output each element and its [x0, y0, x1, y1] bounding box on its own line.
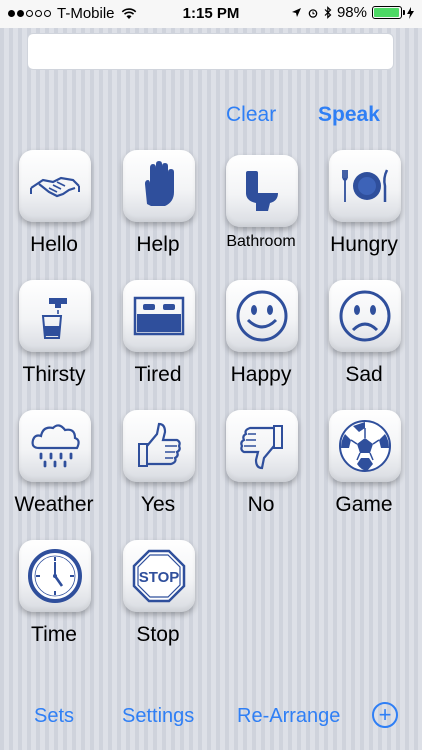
battery-icon — [372, 6, 405, 19]
tile-label: Game — [335, 493, 393, 516]
status-bar: T-Mobile 1:15 PM 98% — [0, 0, 422, 28]
tile-label: Help — [136, 233, 180, 256]
sets-button[interactable]: Sets — [34, 705, 74, 728]
status-right-group: 98% — [291, 4, 414, 21]
raised-hand-icon — [145, 161, 174, 206]
thirsty-button[interactable] — [19, 280, 91, 352]
thumbs-up-icon — [138, 422, 181, 467]
faucet-glass-icon — [41, 298, 67, 339]
thumbs-down-icon — [240, 425, 283, 470]
smiley-icon — [236, 290, 288, 342]
message-field[interactable] — [27, 33, 394, 70]
tile-hello[interactable]: Hello — [4, 150, 104, 270]
tile-time[interactable]: Time — [4, 540, 104, 660]
tile-label: Hello — [30, 233, 78, 256]
tile-stop[interactable]: STOP Stop — [108, 540, 208, 660]
tile-label: Time — [31, 623, 77, 646]
tile-label: Stop — [136, 623, 180, 646]
tile-thirsty[interactable]: Thirsty — [4, 280, 104, 400]
tile-help[interactable]: Help — [108, 150, 208, 270]
stop-button[interactable]: STOP — [123, 540, 195, 612]
hello-button[interactable] — [19, 150, 91, 222]
location-arrow-icon — [291, 8, 301, 17]
game-button[interactable] — [329, 410, 401, 482]
tile-sad[interactable]: Sad — [314, 280, 414, 400]
tile-label: Bathroom — [226, 233, 296, 250]
handshake-icon — [30, 176, 80, 198]
bluetooth-icon — [324, 6, 332, 19]
no-button[interactable] — [226, 410, 298, 482]
tired-button[interactable] — [123, 280, 195, 352]
tile-happy[interactable]: Happy — [211, 280, 311, 400]
toilet-icon — [246, 171, 278, 211]
tile-weather[interactable]: Weather — [4, 410, 104, 530]
sad-button[interactable] — [329, 280, 401, 352]
weather-button[interactable] — [19, 410, 91, 482]
time-button[interactable] — [19, 540, 91, 612]
clear-button[interactable]: Clear — [226, 103, 276, 127]
tile-game[interactable]: Game — [314, 410, 414, 530]
hungry-button[interactable] — [329, 150, 401, 222]
bottom-toolbar: Sets Settings Re-Arrange — [0, 700, 422, 732]
tile-label: Happy — [230, 363, 292, 386]
sad-face-icon — [339, 290, 391, 342]
tile-label: Sad — [345, 363, 383, 386]
battery-percent: 98% — [336, 4, 367, 21]
tile-tired[interactable]: Tired — [108, 280, 208, 400]
tile-label: Hungry — [330, 233, 398, 256]
happy-button[interactable] — [226, 280, 298, 352]
bathroom-button[interactable] — [226, 155, 298, 227]
soccer-ball-icon — [339, 420, 391, 472]
svg-text:STOP: STOP — [139, 569, 180, 586]
speak-button[interactable]: Speak — [318, 103, 380, 127]
rain-cloud-icon — [31, 424, 80, 468]
tile-no[interactable]: No — [211, 410, 311, 530]
rearrange-button[interactable]: Re-Arrange — [237, 705, 340, 728]
tile-label: Weather — [14, 493, 94, 516]
stop-sign-icon: STOP — [132, 549, 186, 603]
tile-yes[interactable]: Yes — [108, 410, 208, 530]
bed-icon — [133, 296, 185, 336]
tile-label: Yes — [140, 493, 176, 516]
tile-label: No — [247, 493, 275, 516]
tile-label: Tired — [134, 363, 182, 386]
help-button[interactable] — [123, 150, 195, 222]
charging-bolt-icon — [407, 6, 414, 19]
tile-hungry[interactable]: Hungry — [314, 150, 414, 270]
clock-icon — [28, 549, 82, 603]
alarm-icon — [308, 8, 318, 18]
settings-button[interactable]: Settings — [122, 705, 194, 728]
yes-button[interactable] — [123, 410, 195, 482]
tile-bathroom[interactable]: Bathroom — [211, 155, 311, 275]
plate-cutlery-icon — [342, 169, 389, 202]
tile-label: Thirsty — [22, 363, 86, 386]
add-button[interactable]: + — [372, 702, 398, 728]
